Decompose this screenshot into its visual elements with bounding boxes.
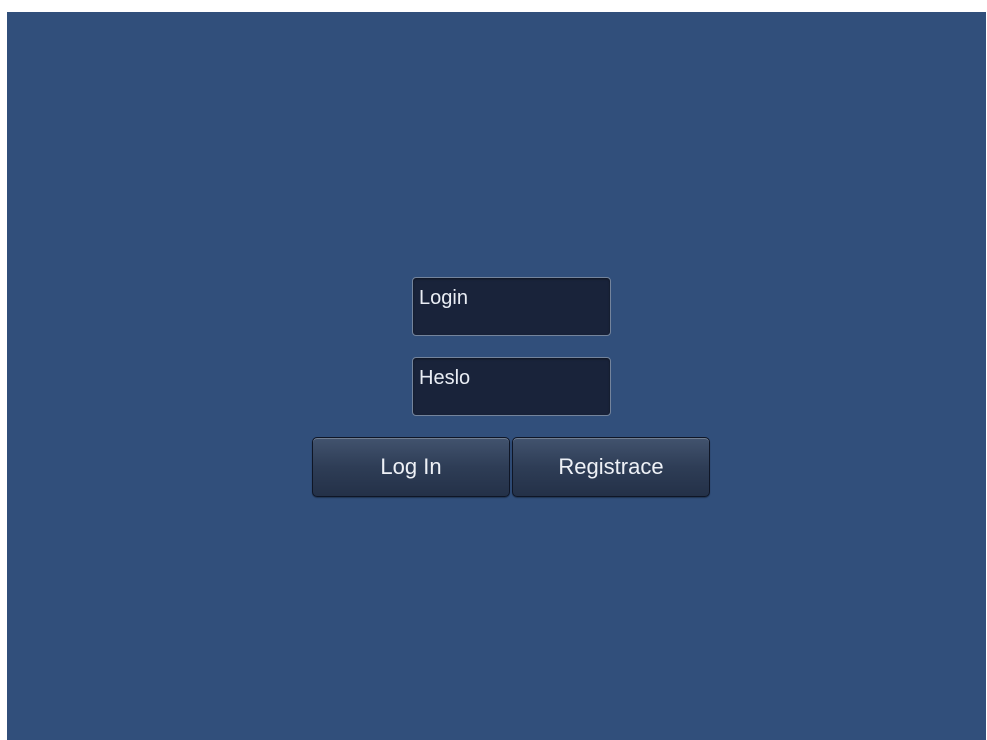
password-field[interactable]: Heslo	[412, 357, 611, 416]
app-viewport: Login Heslo Log In Registrace	[7, 12, 986, 740]
log-in-button[interactable]: Log In	[312, 437, 510, 497]
register-button[interactable]: Registrace	[512, 437, 710, 497]
register-button-label: Registrace	[558, 454, 664, 479]
log-in-button-label: Log In	[380, 454, 442, 479]
login-field[interactable]: Login	[412, 277, 611, 336]
